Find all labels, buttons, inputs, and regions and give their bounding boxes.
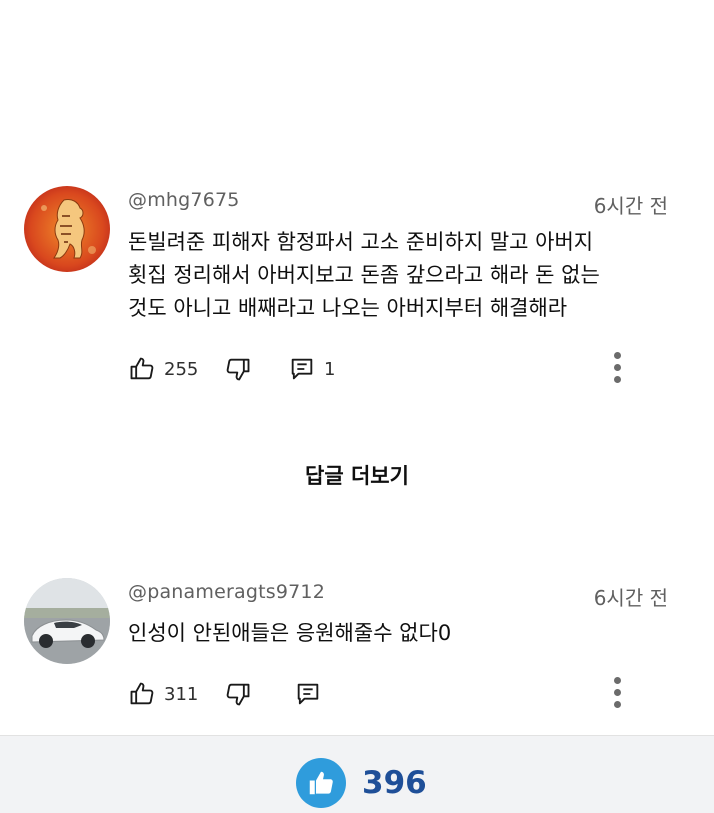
comment-actions: 311 bbox=[128, 677, 688, 711]
like-reaction-button[interactable] bbox=[296, 758, 346, 808]
view-replies-button[interactable]: 답글 더보기 bbox=[0, 460, 714, 490]
like-button[interactable]: 311 bbox=[128, 677, 198, 711]
tiger-avatar-image bbox=[24, 186, 110, 272]
comment-actions: 255 1 bbox=[128, 352, 688, 386]
thumbs-up-icon bbox=[130, 682, 154, 705]
comment-author[interactable]: @mhg7675 bbox=[128, 189, 240, 211]
reply-icon bbox=[297, 683, 319, 705]
more-options-icon[interactable] bbox=[610, 677, 624, 711]
like-button[interactable]: 255 bbox=[128, 352, 198, 386]
reply-button[interactable] bbox=[294, 677, 322, 711]
car-avatar-image bbox=[24, 578, 110, 664]
comment-author[interactable]: @panameragts9712 bbox=[128, 581, 325, 603]
avatar[interactable] bbox=[24, 578, 110, 664]
thumbs-down-icon bbox=[226, 358, 250, 381]
total-like-count: 396 bbox=[362, 765, 427, 801]
comment-timestamp: 6시간 전 bbox=[593, 194, 668, 218]
dislike-button[interactable] bbox=[224, 677, 252, 711]
reply-count: 1 bbox=[324, 358, 336, 380]
thumbs-down-icon bbox=[226, 683, 250, 706]
like-count: 311 bbox=[164, 683, 199, 705]
dislike-button[interactable] bbox=[224, 352, 252, 386]
reaction-footer: 396 bbox=[0, 735, 714, 813]
comment-timestamp: 6시간 전 bbox=[593, 586, 668, 610]
reply-icon bbox=[291, 358, 313, 380]
like-count: 255 bbox=[164, 358, 199, 380]
reply-button[interactable]: 1 bbox=[288, 352, 335, 386]
more-options-icon[interactable] bbox=[610, 352, 624, 386]
comment-text: 돈빌려준 피해자 함정파서 고소 준비하지 말고 아버지 횟집 정리해서 아버지… bbox=[128, 230, 600, 320]
comment-text: 인성이 안된애들은 응원해줄수 없다0 bbox=[128, 621, 452, 645]
thumbs-up-icon bbox=[130, 357, 154, 380]
thumbs-up-icon bbox=[309, 771, 333, 795]
avatar[interactable] bbox=[24, 186, 110, 272]
